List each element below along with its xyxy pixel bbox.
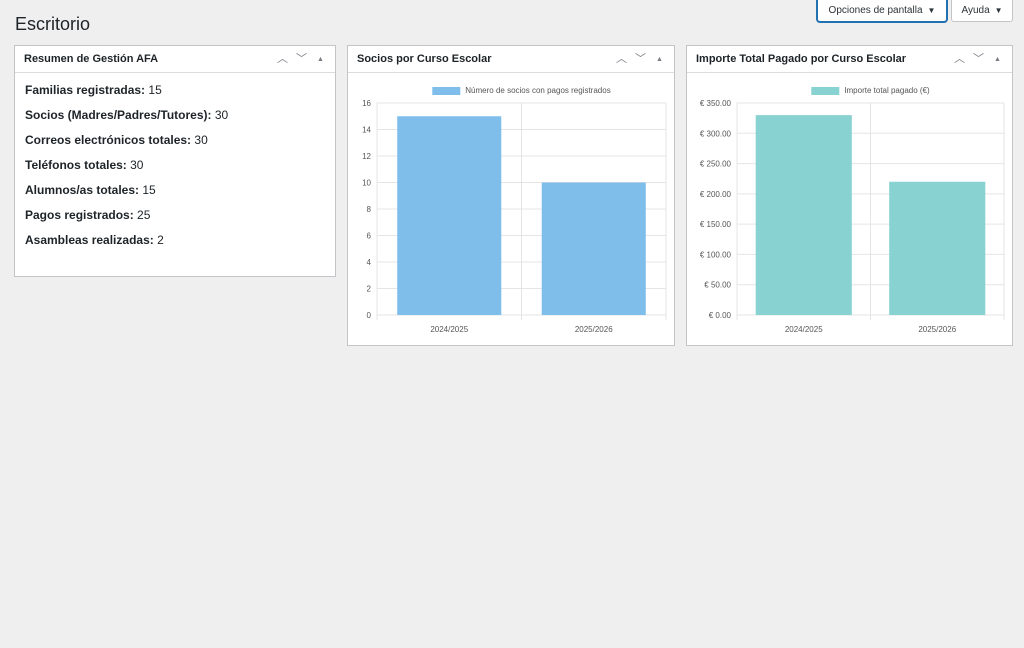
y-tick-label: 16 xyxy=(362,99,371,108)
summary-value: 30 xyxy=(126,158,144,172)
y-tick-label: 4 xyxy=(367,258,372,267)
widget-importe: Importe Total Pagado por Curso Escolar ︿… xyxy=(686,45,1013,346)
y-tick-label: 8 xyxy=(367,205,372,214)
chart-socios: Número de socios con pagos registrados 0 2… xyxy=(348,73,674,345)
summary-item: Alumnos/as totales: 15 xyxy=(25,182,325,198)
caret-down-icon: ▼ xyxy=(927,6,936,15)
help-label: Ayuda xyxy=(961,5,990,16)
caret-down-icon: ▼ xyxy=(994,6,1003,15)
widget-resumen: Resumen de Gestión AFA ︿ ﹀ ▲ Familias re… xyxy=(14,45,336,277)
widget-actions: ︿ ﹀ ▲ xyxy=(953,53,1004,65)
bar xyxy=(755,115,852,315)
screen-options-button[interactable]: Opciones de pantalla ▼ xyxy=(817,0,947,22)
screen-options-label: Opciones de pantalla xyxy=(828,5,923,16)
bar xyxy=(541,182,646,315)
bar xyxy=(397,116,502,315)
summary-value: 25 xyxy=(133,208,151,222)
y-tick-label: 12 xyxy=(362,152,371,161)
widget-actions: ︿ ﹀ ▲ xyxy=(276,53,327,65)
x-tick-label: 2025/2026 xyxy=(575,325,613,334)
x-tick-label: 2024/2025 xyxy=(785,325,823,334)
y-tick-label: 6 xyxy=(367,232,372,241)
y-tick-label: 14 xyxy=(362,126,371,135)
summary-item: Correos electrónicos totales: 30 xyxy=(25,132,325,148)
y-tick-label: € 250.00 xyxy=(700,160,732,169)
summary-item: Asambleas realizadas: 2 xyxy=(25,232,325,248)
x-tick-label: 2025/2026 xyxy=(918,325,956,334)
chevron-up-icon[interactable]: ︿ xyxy=(615,53,628,65)
y-tick-label: € 150.00 xyxy=(700,220,732,229)
chevron-up-icon[interactable]: ︿ xyxy=(276,53,289,65)
widget-actions: ︿ ﹀ ▲ xyxy=(615,53,666,65)
summary-label: Familias registradas: xyxy=(25,83,146,97)
widget-socios: Socios por Curso Escolar ︿ ﹀ ▲ Número de… xyxy=(347,45,675,346)
y-tick-label: 10 xyxy=(362,179,371,188)
chart-importe-svg: Importe total pagado (€) € 0.00 € 50.00 € 1… xyxy=(700,86,1005,334)
chevron-down-icon[interactable]: ﹀ xyxy=(634,53,647,65)
chevron-down-icon[interactable]: ﹀ xyxy=(972,53,985,65)
summary-value: 2 xyxy=(153,233,164,247)
widget-title: Resumen de Gestión AFA xyxy=(24,53,159,65)
legend-label: Importe total pagado (€) xyxy=(844,86,930,95)
summary-label: Alumnos/as totales: xyxy=(25,183,140,197)
y-tick-label: € 100.00 xyxy=(700,250,732,259)
summary-value: 15 xyxy=(139,183,156,197)
summary-item: Familias registradas: 15 xyxy=(25,82,325,98)
summary-label: Asambleas realizadas: xyxy=(25,233,154,247)
x-tick-label: 2024/2025 xyxy=(430,325,468,334)
summary-label: Socios (Madres/Padres/Tutores): xyxy=(25,108,212,122)
summary-value: 15 xyxy=(145,83,162,97)
widget-header[interactable]: Resumen de Gestión AFA ︿ ﹀ ▲ xyxy=(15,46,335,73)
widget-header[interactable]: Importe Total Pagado por Curso Escolar ︿… xyxy=(687,46,1012,73)
chevron-up-icon[interactable]: ︿ xyxy=(953,53,966,65)
y-tick-label: € 200.00 xyxy=(700,190,732,199)
legend-label: Número de socios con pagos registrados xyxy=(465,86,610,95)
summary-label: Correos electrónicos totales: xyxy=(25,133,192,147)
summary-value: 30 xyxy=(191,133,208,147)
widget-header[interactable]: Socios por Curso Escolar ︿ ﹀ ▲ xyxy=(348,46,674,73)
y-tick-label: € 300.00 xyxy=(700,129,732,138)
legend-swatch xyxy=(432,87,461,95)
summary-label: Pagos registrados: xyxy=(25,208,134,222)
legend-swatch xyxy=(811,87,840,95)
triangle-up-icon[interactable]: ▲ xyxy=(991,56,1004,63)
y-tick-label: € 350.00 xyxy=(700,99,732,108)
page-title: Escritorio xyxy=(15,14,91,34)
summary-list: Familias registradas: 15 Socios (Madres/P… xyxy=(15,73,335,248)
triangle-up-icon[interactable]: ▲ xyxy=(314,56,327,63)
y-tick-label: 2 xyxy=(367,285,372,294)
y-tick-label: € 50.00 xyxy=(704,281,731,290)
y-tick-label: € 0.00 xyxy=(709,311,732,320)
summary-label: Teléfonos totales: xyxy=(25,158,127,172)
y-tick-label: 0 xyxy=(367,311,372,320)
summary-value: 30 xyxy=(211,108,229,122)
widget-title: Socios por Curso Escolar xyxy=(357,53,492,65)
widget-title: Importe Total Pagado por Curso Escolar xyxy=(696,53,907,65)
summary-item: Pagos registrados: 25 xyxy=(25,207,325,223)
help-button[interactable]: Ayuda ▼ xyxy=(951,0,1013,22)
chart-socios-svg: Número de socios con pagos registrados 0 2… xyxy=(362,86,667,334)
chevron-down-icon[interactable]: ﹀ xyxy=(295,53,308,65)
summary-item: Socios (Madres/Padres/Tutores): 30 xyxy=(25,107,325,123)
chart-importe: Importe total pagado (€) € 0.00 € 50.00 € 1… xyxy=(687,73,1012,345)
bar xyxy=(889,181,986,315)
triangle-up-icon[interactable]: ▲ xyxy=(653,56,666,63)
summary-item: Teléfonos totales: 30 xyxy=(25,157,325,173)
